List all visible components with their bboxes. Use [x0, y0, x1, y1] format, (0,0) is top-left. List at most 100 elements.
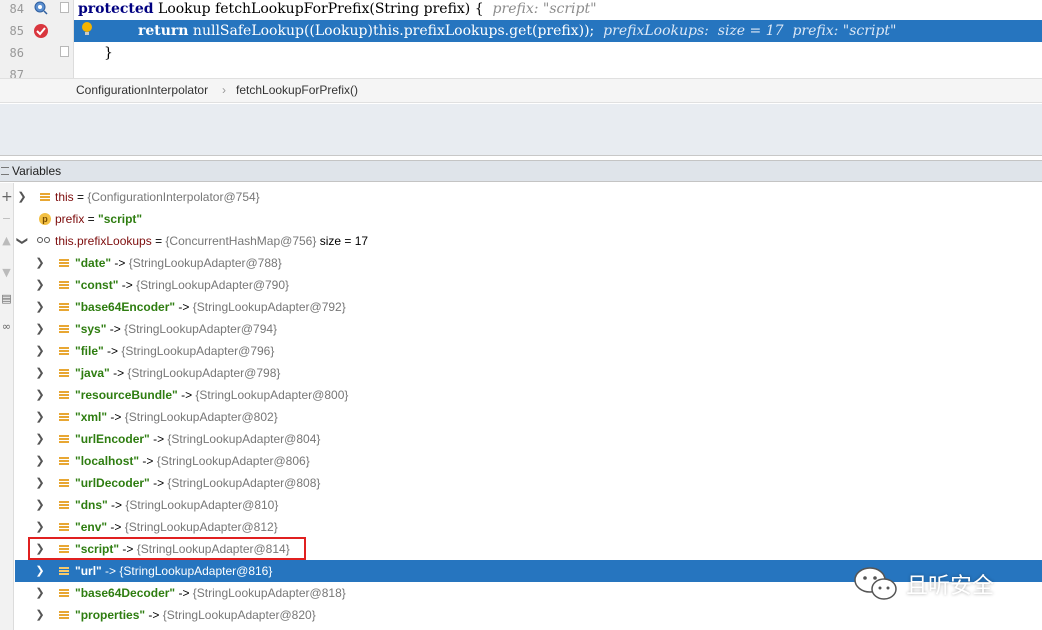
- code-text[interactable]: protected Lookup fetchLookupForPrefix(St…: [78, 0, 597, 20]
- map-key: "sys": [75, 322, 107, 336]
- expand-chevron-icon[interactable]: ❯: [35, 296, 45, 318]
- watch-glasses-icon: [37, 237, 53, 245]
- expand-chevron-icon[interactable]: ❯: [35, 428, 45, 450]
- code-line-87[interactable]: 87: [0, 64, 1042, 78]
- map-entry-row[interactable]: ❯ "java" -> {StringLookupAdapter@798}: [15, 362, 1042, 384]
- expand-chevron-icon[interactable]: ❯: [35, 604, 45, 626]
- map-arrow: ->: [177, 388, 196, 402]
- breadcrumb-separator: ›: [222, 83, 226, 97]
- expand-chevron-icon[interactable]: ❯: [35, 252, 45, 274]
- execution-point-icon[interactable]: [32, 0, 48, 16]
- expand-chevron-icon[interactable]: ❯: [35, 472, 45, 494]
- map-entry-icon: [59, 567, 69, 576]
- code-body: nullSafeLookup((Lookup)this.prefixLookup…: [188, 23, 595, 39]
- expand-chevron-icon[interactable]: ❯: [35, 560, 45, 582]
- code-editor[interactable]: 84 protected Lookup fetchLookupForPrefix…: [0, 0, 1042, 78]
- tree-row-prefix-lookups[interactable]: ❯ this.prefixLookups = {ConcurrentHashMa…: [15, 230, 1042, 252]
- map-key: "java": [75, 366, 110, 380]
- expand-chevron-icon[interactable]: ❯: [35, 406, 45, 428]
- line-number: 85: [9, 24, 24, 38]
- map-entry-text: "java" -> {StringLookupAdapter@798}: [75, 362, 280, 384]
- expand-chevron-icon[interactable]: ❯: [35, 362, 45, 384]
- map-key: "date": [75, 256, 112, 270]
- map-value: {StringLookupAdapter@820}: [162, 608, 316, 622]
- expand-chevron-icon[interactable]: ❯: [35, 450, 45, 472]
- map-entry-row[interactable]: ❯ "date" -> {StringLookupAdapter@788}: [15, 252, 1042, 274]
- map-value: {StringLookupAdapter@798}: [127, 366, 281, 380]
- map-value: {StringLookupAdapter@802}: [124, 410, 278, 424]
- tree-row-this[interactable]: ❯ this = {ConfigurationInterpolator@754}: [15, 186, 1042, 208]
- code-text: }: [104, 45, 113, 61]
- parameter-icon: p: [39, 213, 51, 225]
- equals-sign: =: [151, 234, 166, 248]
- map-value: {StringLookupAdapter@788}: [128, 256, 282, 270]
- map-arrow: ->: [103, 344, 122, 358]
- variable-text: prefix = "script": [55, 208, 142, 230]
- map-arrow: ->: [101, 564, 120, 578]
- map-entry-row[interactable]: ❯ "sys" -> {StringLookupAdapter@794}: [15, 318, 1042, 340]
- copy-icon[interactable]: ▤: [1, 293, 12, 305]
- expand-chevron-icon[interactable]: ❯: [35, 318, 45, 340]
- breakpoint-icon[interactable]: [32, 22, 50, 40]
- remove-watch-icon[interactable]: −: [1, 213, 12, 225]
- fold-marker-icon[interactable]: [60, 46, 69, 57]
- map-key: "const": [75, 278, 119, 292]
- map-entry-text: "urlDecoder" -> {StringLookupAdapter@808…: [75, 472, 320, 494]
- map-entry-row[interactable]: ❯ "const" -> {StringLookupAdapter@790}: [15, 274, 1042, 296]
- intention-bulb-icon[interactable]: [80, 21, 94, 37]
- map-entry-icon: [59, 259, 69, 268]
- map-entry-row[interactable]: ❯ "properties" -> {StringLookupAdapter@82…: [15, 604, 1042, 626]
- map-value: {StringLookupAdapter@818}: [192, 586, 346, 600]
- tree-row-prefix[interactable]: p prefix = "script": [15, 208, 1042, 230]
- code-line-84[interactable]: 84 protected Lookup fetchLookupForPrefix…: [0, 0, 1042, 20]
- expand-chevron-icon[interactable]: ❯: [35, 516, 45, 538]
- variable-text: this = {ConfigurationInterpolator@754}: [55, 186, 260, 208]
- inline-debug-hint: prefixLookups: size = 17 prefix: "script…: [594, 23, 897, 39]
- map-entry-row[interactable]: ❯ "file" -> {StringLookupAdapter@796}: [15, 340, 1042, 362]
- wechat-logo-icon: [854, 567, 897, 600]
- map-key: "base64Encoder": [75, 300, 176, 314]
- move-down-icon[interactable]: ▼: [1, 267, 12, 279]
- expand-chevron-icon[interactable]: ❯: [35, 340, 45, 362]
- map-entry-text: "resourceBundle" -> {StringLookupAdapter…: [75, 384, 348, 406]
- expand-chevron-icon[interactable]: ❯: [35, 494, 45, 516]
- map-entry-icon: [59, 391, 69, 400]
- map-entry-text: "const" -> {StringLookupAdapter@790}: [75, 274, 289, 296]
- map-value: {StringLookupAdapter@800}: [195, 388, 349, 402]
- show-watches-icon[interactable]: ∞: [1, 321, 12, 333]
- code-keyword: protected: [78, 1, 154, 17]
- map-entry-icon: [59, 413, 69, 422]
- map-entry-row[interactable]: ❯ "xml" -> {StringLookupAdapter@802}: [15, 406, 1042, 428]
- map-entry-text: "sys" -> {StringLookupAdapter@794}: [75, 318, 277, 340]
- map-entry-row[interactable]: ❯ "dns" -> {StringLookupAdapter@810}: [15, 494, 1042, 516]
- code-line-86[interactable]: 86 }: [0, 42, 1042, 64]
- map-entry-row[interactable]: ❯ "urlDecoder" -> {StringLookupAdapter@80…: [15, 472, 1042, 494]
- map-entry-icon: [59, 611, 69, 620]
- expand-chevron-icon[interactable]: ❯: [35, 384, 45, 406]
- collapse-chevron-icon[interactable]: ❯: [11, 236, 33, 246]
- map-arrow: ->: [111, 256, 129, 270]
- code-line-85[interactable]: 85 return nullSafeLookup((Lookup)this.pr…: [0, 20, 1042, 42]
- add-watch-icon[interactable]: +: [1, 190, 13, 204]
- map-entry-row[interactable]: ❯ "env" -> {StringLookupAdapter@812}: [15, 516, 1042, 538]
- map-entry-row[interactable]: ❯ "urlEncoder" -> {StringLookupAdapter@80…: [15, 428, 1042, 450]
- expand-chevron-icon[interactable]: ❯: [35, 582, 45, 604]
- expand-chevron-icon[interactable]: ❯: [35, 274, 45, 296]
- map-entry-row[interactable]: ❯ "base64Encoder" -> {StringLookupAdapter…: [15, 296, 1042, 318]
- expand-chevron-icon[interactable]: ❯: [17, 186, 27, 208]
- map-entry-row[interactable]: ❯ "resourceBundle" -> {StringLookupAdapte…: [15, 384, 1042, 406]
- map-entry-icon: [59, 303, 69, 312]
- variable-name: this: [55, 190, 74, 204]
- breadcrumb-item-class[interactable]: ConfigurationInterpolator: [76, 79, 208, 102]
- fold-marker-icon[interactable]: [60, 2, 69, 13]
- code-body: Lookup fetchLookupForPrefix(String prefi…: [153, 1, 484, 17]
- map-arrow: ->: [107, 520, 125, 534]
- breadcrumb-item-method[interactable]: fetchLookupForPrefix(): [236, 79, 358, 102]
- map-key: "urlDecoder": [75, 476, 150, 490]
- map-entry-row[interactable]: ❯ "localhost" -> {StringLookupAdapter@806…: [15, 450, 1042, 472]
- panel-menu-icon[interactable]: [1, 167, 9, 175]
- map-key: "env": [75, 520, 108, 534]
- map-entry-text: "base64Decoder" -> {StringLookupAdapter@…: [75, 582, 346, 604]
- map-arrow: ->: [175, 586, 193, 600]
- code-text[interactable]: return nullSafeLookup((Lookup)this.prefi…: [138, 20, 896, 42]
